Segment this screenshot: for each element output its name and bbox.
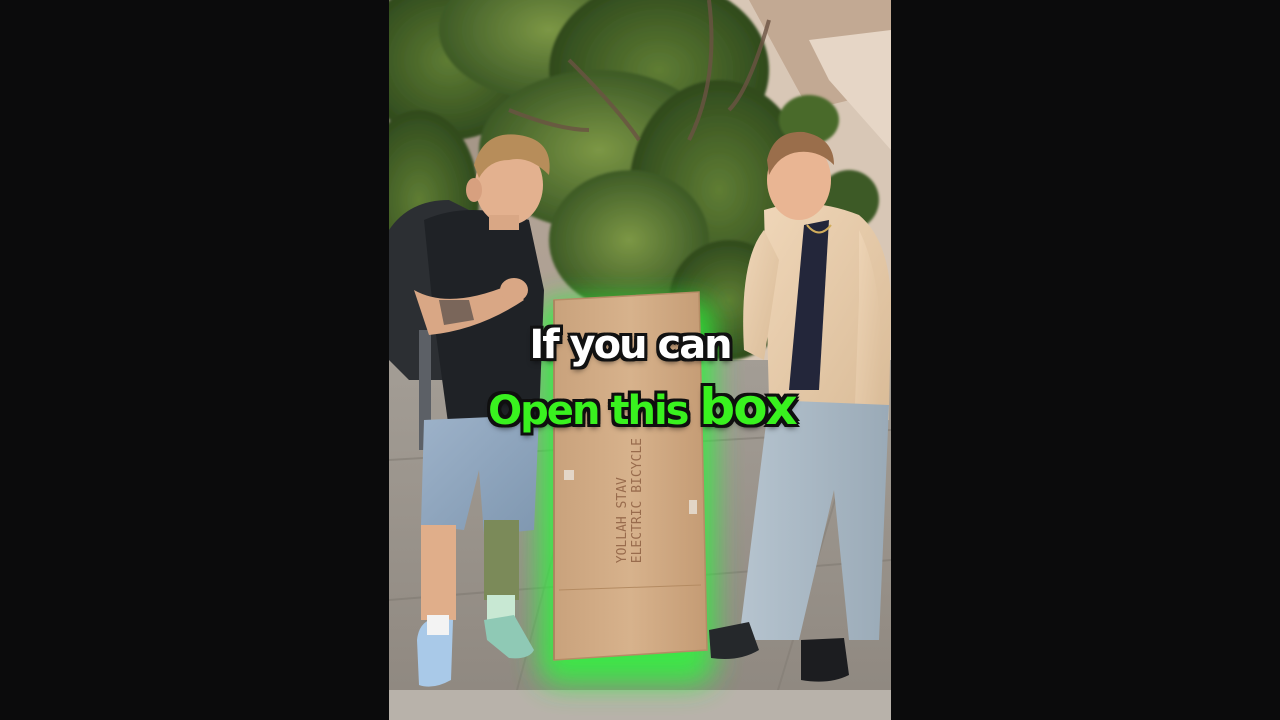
box-print-line-1: YOLLAH STAV <box>615 477 630 564</box>
caption-line-2-part-1: Open this <box>488 388 689 434</box>
box-print-text: YOLLAH STAV ELECTRIC BICYCLE <box>615 438 645 563</box>
video-frame[interactable]: YOLLAH STAV ELECTRIC BICYCLE If you can … <box>389 0 891 720</box>
curb <box>389 690 891 720</box>
video-player[interactable]: YOLLAH STAV ELECTRIC BICYCLE If you can … <box>0 0 1280 720</box>
box-print-line-2: ELECTRIC BICYCLE <box>630 438 645 564</box>
caption-line-2: Open this box <box>391 378 891 436</box>
caption-line-2-part-2: box <box>699 378 797 436</box>
caption-line-1: If you can <box>529 322 732 368</box>
